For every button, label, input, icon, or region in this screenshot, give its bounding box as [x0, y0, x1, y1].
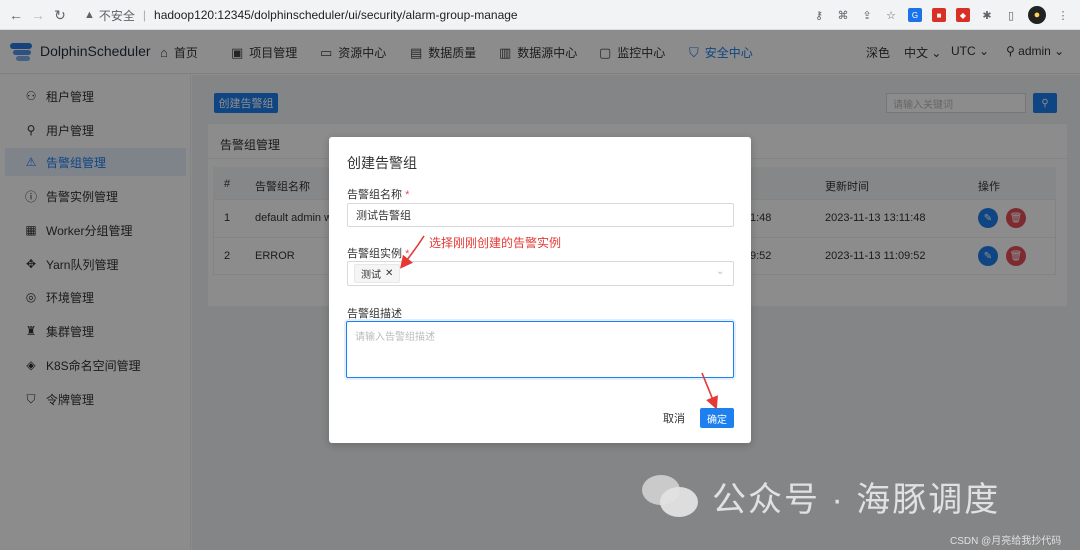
reload-icon[interactable]: ↻	[48, 3, 72, 27]
warning-icon: ▲	[84, 9, 95, 21]
forward-icon[interactable]: →	[26, 3, 50, 27]
alarm-group-description-textarea[interactable]: 请输入告警组描述	[346, 321, 734, 378]
wechat-logo-icon	[642, 474, 700, 519]
translate-extension-icon[interactable]: G	[908, 8, 922, 22]
confirm-button[interactable]: 确定	[700, 408, 734, 428]
instance-field-label: 告警组实例 *	[347, 248, 410, 260]
alarm-group-name-input[interactable]: 测试告警组	[347, 203, 734, 227]
translate-icon[interactable]: ⌘	[836, 8, 850, 22]
back-icon[interactable]: ←	[4, 3, 28, 27]
extension-icon[interactable]: ■	[932, 8, 946, 22]
watermark-text: 公众号 · 海豚调度	[712, 481, 1001, 519]
profile-avatar[interactable]: ●	[1028, 6, 1046, 24]
desc-field-label: 告警组描述	[347, 308, 402, 320]
cancel-button[interactable]: 取消	[657, 408, 691, 428]
annotation-text: 选择刚刚创建的告警实例	[429, 236, 562, 250]
url-text: hadoop120:12345/dolphinscheduler/ui/secu…	[154, 8, 518, 22]
browser-toolbar: ← → ↻ ▲ 不安全 | hadoop120:12345/dolphinsch…	[0, 0, 1080, 30]
dialog-title: 创建告警组	[347, 155, 417, 171]
extension-badge-icon[interactable]: ◆	[956, 8, 970, 22]
sidepanel-icon[interactable]: ▯	[1004, 8, 1018, 22]
address-bar[interactable]: ▲ 不安全 | hadoop120:12345/dolphinscheduler…	[72, 3, 817, 27]
required-mark: *	[405, 189, 410, 201]
more-icon[interactable]: ⋮	[1056, 8, 1070, 22]
key-icon[interactable]: ⚷	[812, 8, 826, 22]
name-field-label: 告警组名称 *	[347, 189, 410, 201]
chevron-down-icon[interactable]: ⌄	[716, 266, 724, 277]
required-mark: *	[405, 248, 410, 260]
insecure-label: 不安全	[98, 8, 135, 23]
share-icon[interactable]: ⇪	[860, 8, 874, 22]
star-icon[interactable]: ☆	[884, 8, 898, 22]
url-separator: |	[142, 8, 147, 22]
create-alarm-group-dialog	[329, 137, 751, 443]
csdn-credit: CSDN @月亮给我抄代码	[950, 536, 1062, 547]
puzzle-icon[interactable]: ✱	[980, 8, 994, 22]
alarm-instance-select[interactable]	[347, 261, 734, 286]
browser-extensions: ⚷ ⌘ ⇪ ☆ G ■ ◆ ✱ ▯ ● ⋮	[812, 4, 1070, 26]
selected-instance-tag: 测试 ✕	[354, 264, 401, 283]
wechat-watermark: 公众号 · 海豚调度	[642, 472, 1000, 521]
modal-mask-header	[0, 30, 1080, 75]
close-icon[interactable]: ✕	[385, 268, 393, 279]
